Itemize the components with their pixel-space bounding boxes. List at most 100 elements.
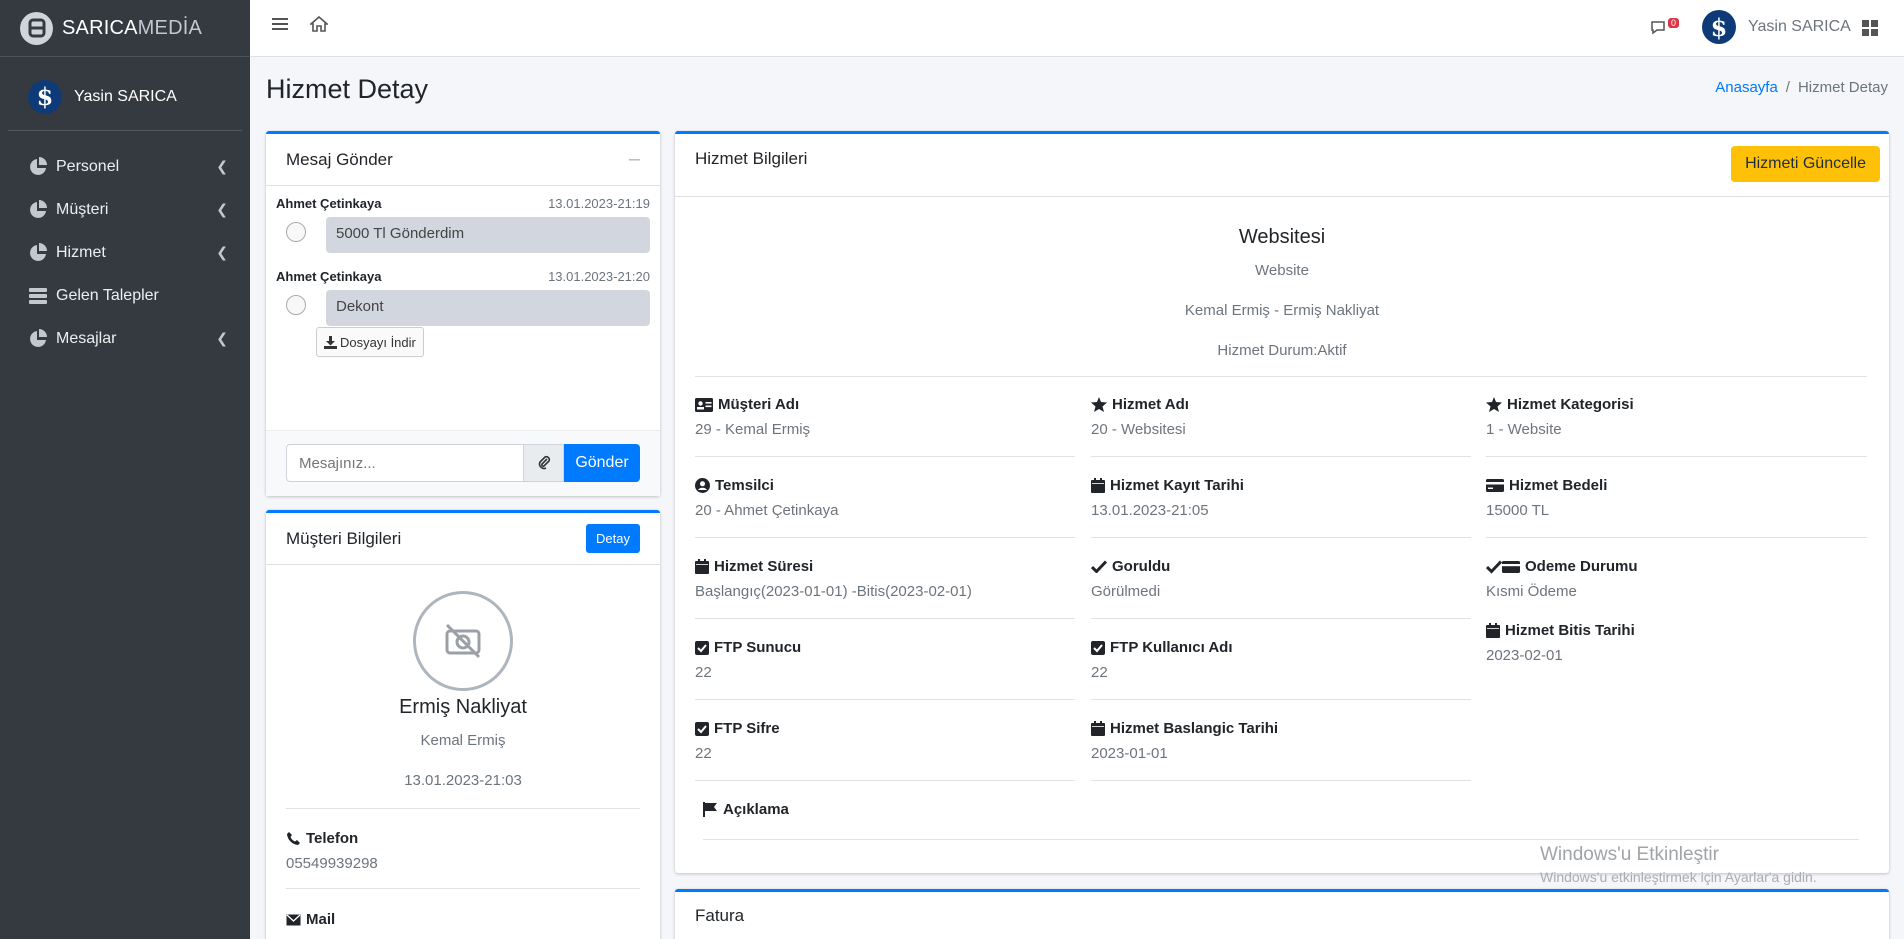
chevron-left-icon: ❮ [216, 330, 228, 346]
musteri-adi-label: Müşteri Adı [695, 396, 799, 413]
id-card-icon [695, 397, 713, 412]
divider [695, 456, 1075, 457]
chat-footer: Gönder [266, 430, 660, 496]
divider [703, 839, 1859, 840]
send-button[interactable]: Gönder [564, 444, 640, 482]
sidebar-user-panel[interactable]: $ Yasin SARICA [8, 63, 242, 131]
service-category: Website [1255, 262, 1309, 279]
notification-badge: 0 [1668, 18, 1680, 28]
sidebar-item-label: Müşteri [56, 200, 109, 218]
service-customer-line: Kemal Ermiş - Ermiş Nakliyat [1184, 302, 1380, 319]
check-square-icon [1091, 640, 1105, 655]
update-service-button[interactable]: Hizmeti Güncelle [1731, 146, 1880, 182]
messages-icon[interactable] [1650, 20, 1668, 41]
chevron-left-icon: ❮ [216, 158, 228, 174]
divider [1486, 456, 1867, 457]
message-text: Dekont [326, 290, 650, 326]
ftp-kullanici-label: FTP Kullanıcı Adı [1091, 639, 1233, 656]
divider [695, 376, 1867, 377]
customer-date: 13.01.2023-21:03 [404, 772, 522, 789]
windows-activation-subtitle: Windows'u etkinleştirmek için Ayarlar'a … [1540, 869, 1817, 885]
chat-message: Ahmet Çetinkaya 13.01.2023-21:20 Dekont [276, 269, 650, 326]
odeme-durumu-value: Kısmi Ödeme [1486, 583, 1577, 600]
breadcrumb-home-link[interactable]: Anasayfa [1715, 79, 1778, 96]
download-label: Dosyayı İndir [340, 334, 416, 350]
chart-pie-icon [30, 156, 47, 175]
hizmet-bedeli-value: 15000 TL [1486, 502, 1550, 519]
customer-company: Ermiş Nakliyat [399, 696, 527, 718]
phone-value: 05549939298 [286, 855, 378, 872]
service-card-title: Hizmet Bilgileri [695, 149, 808, 168]
user-avatar: $ [28, 79, 62, 114]
baslangic-tarihi-value: 2023-01-01 [1091, 745, 1168, 762]
divider [286, 888, 640, 889]
sidebar-item-mesajlar[interactable]: Mesajlar ❮ [0, 317, 250, 360]
sidebar-item-musteri[interactable]: Müşteri ❮ [0, 188, 250, 231]
topbar-user-menu[interactable]: $ Yasin SARICA [1702, 10, 1851, 44]
divider [1091, 780, 1471, 781]
baslangic-tarihi-label: Hizmet Baslangic Tarihi [1091, 720, 1278, 737]
sidebar-item-label: Gelen Talepler [56, 286, 159, 304]
hizmet-kategorisi-label: Hizmet Kategorisi [1486, 396, 1634, 413]
collapse-icon[interactable]: – [629, 148, 640, 171]
message-avatar-icon [286, 222, 306, 242]
check-square-icon [695, 640, 709, 655]
chevron-left-icon: ❮ [216, 244, 228, 260]
sidebar-item-personel[interactable]: Personel ❮ [0, 145, 250, 188]
chat-card-title: Mesaj Gönder [286, 149, 393, 169]
service-card: Hizmet Bilgileri Hizmeti Güncelle Websit… [675, 131, 1889, 873]
grid-apps-icon[interactable] [1862, 20, 1878, 41]
phone-label: Telefon [286, 830, 358, 847]
divider [1091, 699, 1471, 700]
divider [695, 618, 1075, 619]
star-icon [1091, 397, 1107, 412]
windows-activation-title: Windows'u Etkinleştir [1540, 844, 1719, 865]
mail-label: Mail [286, 911, 335, 928]
divider [1486, 537, 1867, 538]
calendar-icon [695, 559, 709, 574]
ftp-sifre-value: 22 [695, 745, 712, 762]
service-name: Websitesi [1238, 226, 1326, 248]
sidebar: SARICAMEDİA $ Yasin SARICA Personel ❮ Mü… [0, 0, 250, 939]
check-credit-card-icon [1486, 559, 1520, 574]
brand-link[interactable]: SARICAMEDİA [0, 0, 250, 57]
message-input[interactable] [286, 444, 524, 482]
check-icon [1091, 560, 1107, 573]
chart-pie-icon [30, 199, 47, 218]
user-circle-icon [695, 478, 710, 493]
divider [695, 537, 1075, 538]
menu-toggle-icon[interactable] [272, 16, 288, 37]
attach-button[interactable] [524, 444, 564, 482]
customer-detail-button[interactable]: Detay [586, 524, 640, 553]
customer-card-header: Müşteri Bilgileri Detay [266, 513, 660, 565]
download-file-button[interactable]: Dosyayı İndir [316, 327, 424, 357]
chat-card: Mesaj Gönder – Ahmet Çetinkaya 13.01.202… [266, 131, 660, 496]
ftp-sunucu-value: 22 [695, 664, 712, 681]
sidebar-item-label: Personel [56, 157, 120, 175]
service-status-line: Hizmet Durum:Aktif [1217, 342, 1347, 359]
message-text: 5000 Tl Gönderdim [326, 217, 650, 253]
divider [286, 808, 640, 809]
message-time: 13.01.2023-21:20 [548, 269, 650, 284]
hizmet-adi-label: Hizmet Adı [1091, 396, 1189, 413]
odeme-durumu-label: Odeme Durumu [1486, 558, 1638, 575]
sidebar-nav: Personel ❮ Müşteri ❮ Hizmet ❮ Gelen Tale… [0, 145, 250, 360]
divider [695, 699, 1075, 700]
goruldu-value: Görülmedi [1091, 583, 1161, 600]
divider [695, 780, 1075, 781]
musteri-adi-value: 29 - Kemal Ermiş [695, 421, 811, 438]
chat-message: Ahmet Çetinkaya 13.01.2023-21:19 5000 Tl… [276, 196, 650, 253]
hizmet-bedeli-label: Hizmet Bedeli [1486, 477, 1607, 494]
sidebar-item-hizmet[interactable]: Hizmet ❮ [0, 231, 250, 274]
home-icon[interactable] [308, 15, 330, 37]
user-avatar: $ [1702, 10, 1736, 44]
calendar-icon [1091, 478, 1105, 493]
service-card-header: Hizmet Bilgileri Hizmeti Güncelle [675, 134, 1889, 197]
ftp-kullanici-value: 22 [1091, 664, 1108, 681]
invoice-card-header: Fatura [675, 892, 1889, 939]
divider [1091, 456, 1471, 457]
customer-name: Kemal Ermiş [420, 732, 506, 749]
sidebar-item-gelen-talepler[interactable]: Gelen Talepler [0, 274, 250, 317]
credit-card-icon [1486, 479, 1504, 492]
invoice-card: Fatura [675, 889, 1889, 939]
